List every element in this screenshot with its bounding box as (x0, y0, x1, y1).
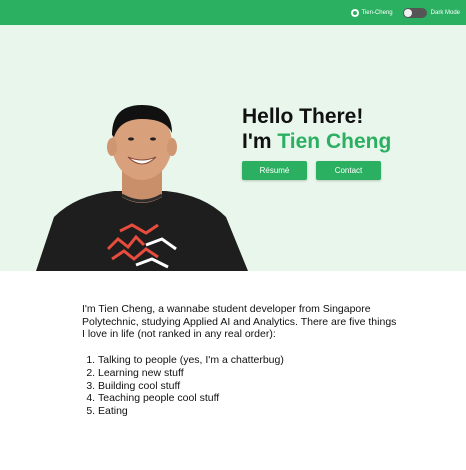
list-item: Talking to people (yes, I'm a chatterbug… (98, 354, 402, 367)
toggle-knob (403, 8, 412, 17)
hero-buttons: Résumé Contact (242, 161, 391, 180)
dark-mode-toggle[interactable] (402, 7, 427, 18)
dark-mode-label: Dark Mode (430, 9, 460, 16)
github-icon (350, 8, 359, 17)
about-intro: I'm Tien Cheng, a wannabe student develo… (82, 303, 397, 341)
about-section: I'm Tien Cheng, a wannabe student develo… (82, 303, 402, 418)
hero-text: Hello There! I'm Tien Cheng Résumé Conta… (242, 104, 391, 180)
list-item: Building cool stuff (98, 380, 402, 393)
greeting-heading: Hello There! (242, 105, 364, 128)
list-item: Eating (98, 405, 402, 418)
contact-button[interactable]: Contact (316, 161, 381, 180)
name-heading: I'm Tien Cheng (242, 129, 391, 154)
list-item: Teaching people cool stuff (98, 392, 402, 405)
loves-list: Talking to people (yes, I'm a chatterbug… (82, 354, 402, 418)
im-prefix: I'm (242, 130, 278, 153)
list-item: Learning new stuff (98, 367, 402, 380)
hero-section: Hello There! I'm Tien Cheng Résumé Conta… (0, 25, 466, 271)
dark-mode-control: Dark Mode (402, 7, 460, 18)
name-highlight: Tien Cheng (277, 130, 392, 153)
github-link[interactable]: Tien-Cheng (350, 8, 393, 17)
resume-button[interactable]: Résumé (242, 161, 307, 180)
github-label: Tien-Cheng (361, 9, 393, 16)
profile-photo (36, 105, 248, 271)
top-navbar: Tien-Cheng Dark Mode (0, 0, 466, 25)
